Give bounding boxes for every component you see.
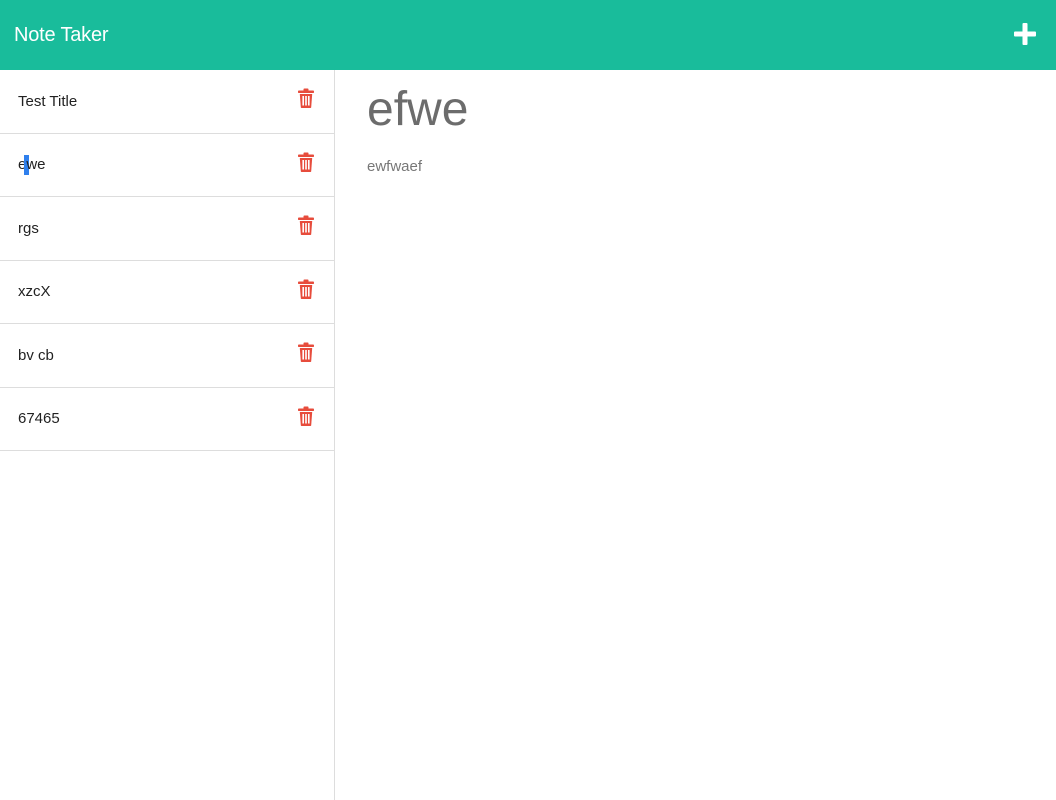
note-list-title: Test Title — [18, 92, 78, 110]
note-list-title: 67465 — [18, 410, 60, 428]
note-detail-panel: efwe ewfwaef — [335, 70, 1056, 800]
plus-icon — [1014, 23, 1036, 45]
delete-note-button[interactable] — [298, 88, 314, 109]
note-title[interactable]: efwe — [367, 84, 1024, 136]
trash-icon — [298, 152, 314, 172]
note-list-item[interactable]: Test Title — [0, 70, 334, 134]
delete-note-button[interactable] — [298, 152, 314, 172]
delete-note-button[interactable] — [298, 215, 314, 236]
note-list-item[interactable]: ewe — [0, 134, 334, 197]
note-list-item[interactable]: xzcX — [0, 261, 334, 324]
note-list-item[interactable]: bv cb — [0, 324, 334, 388]
delete-note-button[interactable] — [298, 279, 314, 299]
brand-link[interactable]: Note Taker — [14, 24, 109, 47]
new-note-button[interactable] — [1012, 21, 1040, 49]
note-list-item[interactable]: 67465 — [0, 388, 334, 451]
trash-icon — [298, 342, 314, 363]
note-title-part: we — [26, 155, 46, 173]
note-list-title: rgs — [18, 219, 39, 237]
note-list-panel: Test Title ewe rgs xzcX bv cb 67465 — [0, 70, 335, 800]
note-text[interactable]: ewfwaef — [367, 158, 1024, 175]
note-list-item[interactable]: rgs — [0, 197, 334, 261]
trash-icon — [298, 215, 314, 236]
note-list-title: xzcX — [18, 283, 51, 301]
note-list-title: ewe — [18, 154, 46, 175]
note-list-title: bv cb — [18, 346, 54, 364]
delete-note-button[interactable] — [298, 406, 314, 426]
delete-note-button[interactable] — [298, 342, 314, 363]
navbar: Note Taker — [0, 0, 1056, 70]
trash-icon — [298, 279, 314, 299]
note-list: Test Title ewe rgs xzcX bv cb 67465 — [0, 70, 334, 451]
trash-icon — [298, 88, 314, 109]
trash-icon — [298, 406, 314, 426]
